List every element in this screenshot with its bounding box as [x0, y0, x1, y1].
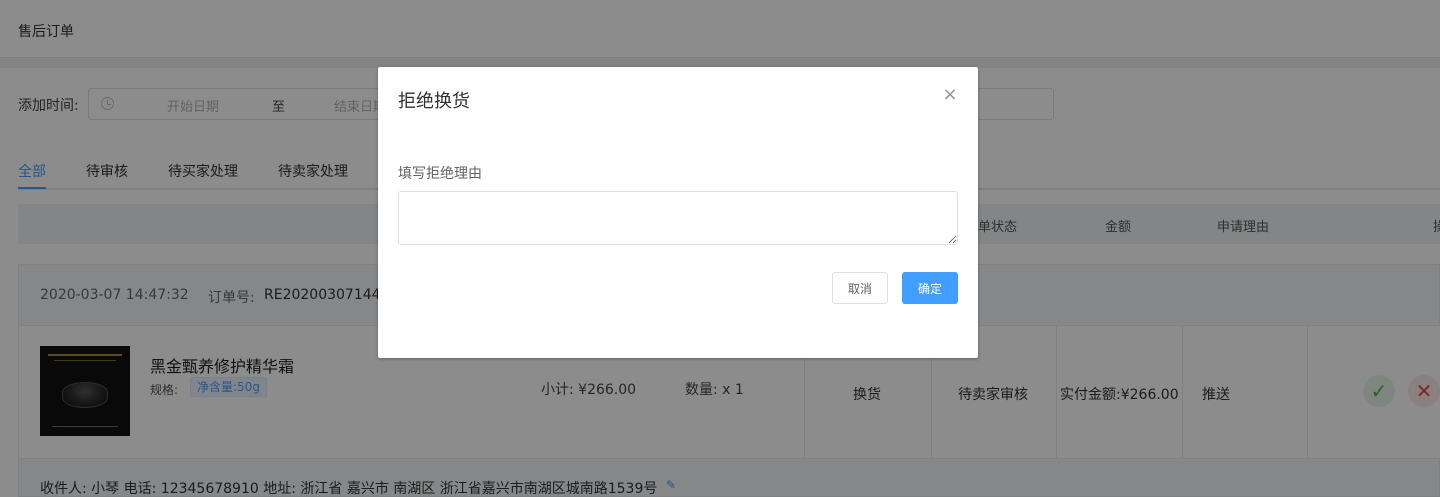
reject-exchange-dialog: 拒绝换货 × 填写拒绝理由 取消 确定	[378, 67, 978, 358]
confirm-button[interactable]: 确定	[902, 272, 958, 304]
dialog-title: 拒绝换货	[398, 91, 470, 112]
reject-reason-textarea[interactable]	[398, 191, 958, 245]
cancel-button[interactable]: 取消	[832, 272, 888, 304]
close-icon[interactable]: ×	[941, 86, 959, 104]
reason-field-label: 填写拒绝理由	[398, 166, 482, 182]
